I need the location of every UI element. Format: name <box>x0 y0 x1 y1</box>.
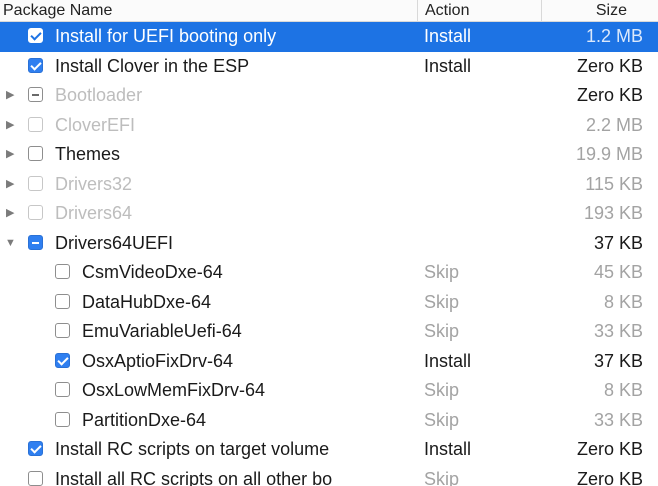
package-size: 2.2 MB <box>585 114 643 135</box>
package-row[interactable]: ▶ Themes 19.9 MB <box>0 140 658 170</box>
package-row[interactable]: ▶ Drivers64 193 KB <box>0 199 658 229</box>
package-checkbox[interactable] <box>55 264 70 279</box>
package-size: 37 KB <box>593 350 643 371</box>
column-header-package-name[interactable]: Package Name <box>3 0 112 22</box>
package-checkbox[interactable] <box>28 441 43 456</box>
disclosure-triangle-collapsed-icon[interactable]: ▶ <box>6 81 14 111</box>
package-row[interactable]: Install Clover in the ESP Install Zero KB <box>0 52 658 82</box>
package-action: Skip <box>424 380 460 400</box>
package-name: Install all RC scripts on all other bo <box>55 468 333 486</box>
package-action: Install <box>424 439 472 459</box>
package-row[interactable]: ▼ Drivers64UEFI 37 KB <box>0 229 658 259</box>
disclosure-triangle-collapsed-icon[interactable]: ▶ <box>6 170 14 200</box>
package-name: Themes <box>55 144 121 164</box>
package-action: Install <box>424 26 472 46</box>
package-size: 193 KB <box>583 203 643 223</box>
package-name: CsmVideoDxe-64 <box>82 262 223 282</box>
package-checkbox[interactable] <box>28 470 43 486</box>
package-size: 1.2 MB <box>585 26 643 46</box>
package-size: Zero KB <box>576 468 643 486</box>
package-checkbox[interactable] <box>55 293 70 309</box>
package-size: 45 KB <box>593 262 643 282</box>
package-checkbox[interactable] <box>28 28 43 43</box>
package-checkbox <box>28 116 43 132</box>
package-checkbox <box>28 87 43 102</box>
column-header-size[interactable]: Size <box>596 0 627 22</box>
package-checkbox[interactable] <box>28 146 43 161</box>
package-checkbox[interactable] <box>28 57 43 73</box>
package-action: Install <box>424 55 472 76</box>
package-row[interactable]: OsxLowMemFixDrv-64 Skip 8 KB <box>0 376 658 406</box>
package-row[interactable]: ▶ Drivers32 115 KB <box>0 170 658 200</box>
package-name: Install Clover in the ESP <box>55 55 250 76</box>
package-name: Bootloader <box>55 85 143 105</box>
package-action: Skip <box>424 468 460 486</box>
column-divider[interactable] <box>541 0 542 22</box>
package-name: CloverEFI <box>55 114 136 135</box>
package-name: DataHubDxe-64 <box>82 291 212 312</box>
package-name: Install RC scripts on target volume <box>55 439 330 459</box>
package-checkbox[interactable] <box>28 234 43 250</box>
package-size: 8 KB <box>603 380 643 400</box>
disclosure-triangle-collapsed-icon[interactable]: ▶ <box>6 140 14 170</box>
package-name: Drivers32 <box>55 173 133 194</box>
package-list: Install for UEFI booting only Install 1.2 … <box>0 22 658 486</box>
package-checkbox[interactable] <box>55 352 70 368</box>
package-name: PartitionDxe-64 <box>82 409 207 430</box>
package-size: Zero KB <box>576 55 643 76</box>
disclosure-triangle-collapsed-icon[interactable]: ▶ <box>6 111 14 141</box>
column-header-action[interactable]: Action <box>425 0 469 22</box>
package-row[interactable]: ▶ CloverEFI 2.2 MB <box>0 111 658 141</box>
package-checkbox <box>28 175 43 191</box>
package-action: Skip <box>424 409 460 430</box>
package-size: 8 KB <box>603 291 643 312</box>
package-name: OsxLowMemFixDrv-64 <box>82 380 266 400</box>
package-size: Zero KB <box>576 439 643 459</box>
package-size: Zero KB <box>576 85 643 105</box>
disclosure-triangle-collapsed-icon[interactable]: ▶ <box>6 199 14 229</box>
package-action: Skip <box>424 262 460 282</box>
package-row[interactable]: Install for UEFI booting only Install 1.2 … <box>0 22 658 52</box>
package-size: 37 KB <box>593 232 643 253</box>
package-size: 33 KB <box>593 321 643 341</box>
column-divider[interactable] <box>417 0 418 22</box>
package-checkbox[interactable] <box>55 411 70 427</box>
package-row[interactable]: Install all RC scripts on all other bo Sk… <box>0 465 658 486</box>
package-name: EmuVariableUefi-64 <box>82 321 242 341</box>
package-row[interactable]: ▶ Bootloader Zero KB <box>0 81 658 111</box>
package-name: Install for UEFI booting only <box>55 26 277 46</box>
package-action: Skip <box>424 321 460 341</box>
package-row[interactable]: EmuVariableUefi-64 Skip 33 KB <box>0 317 658 347</box>
package-size: 33 KB <box>593 409 643 430</box>
package-checkbox[interactable] <box>55 323 70 338</box>
package-checkbox[interactable] <box>55 382 70 397</box>
package-row[interactable]: Install RC scripts on target volume Insta… <box>0 435 658 465</box>
package-row[interactable]: DataHubDxe-64 Skip 8 KB <box>0 288 658 318</box>
package-row[interactable]: PartitionDxe-64 Skip 33 KB <box>0 406 658 436</box>
package-action: Skip <box>424 291 460 312</box>
package-size: 115 KB <box>585 173 643 194</box>
package-name: OsxAptioFixDrv-64 <box>82 350 234 371</box>
package-action: Install <box>424 350 472 371</box>
package-row[interactable]: OsxAptioFixDrv-64 Install 37 KB <box>0 347 658 377</box>
package-name: Drivers64UEFI <box>55 232 174 253</box>
package-size: 19.9 MB <box>575 144 643 164</box>
package-checkbox <box>28 205 43 220</box>
package-row[interactable]: CsmVideoDxe-64 Skip 45 KB <box>0 258 658 288</box>
disclosure-triangle-expanded-icon[interactable]: ▼ <box>5 229 16 259</box>
package-name: Drivers64 <box>55 203 133 223</box>
column-header: Package Name Action Size <box>0 0 658 22</box>
